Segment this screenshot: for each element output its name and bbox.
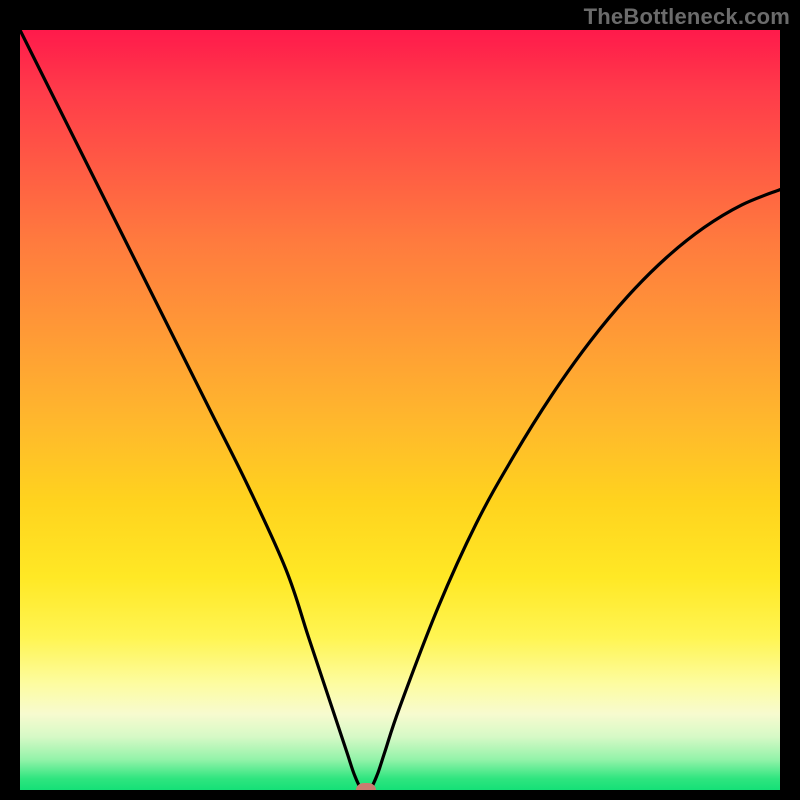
bottleneck-curve: [20, 30, 780, 790]
optimal-point-marker: [356, 783, 376, 790]
chart-frame: TheBottleneck.com: [0, 0, 800, 800]
watermark-text: TheBottleneck.com: [584, 4, 790, 30]
plot-area: [20, 30, 780, 790]
